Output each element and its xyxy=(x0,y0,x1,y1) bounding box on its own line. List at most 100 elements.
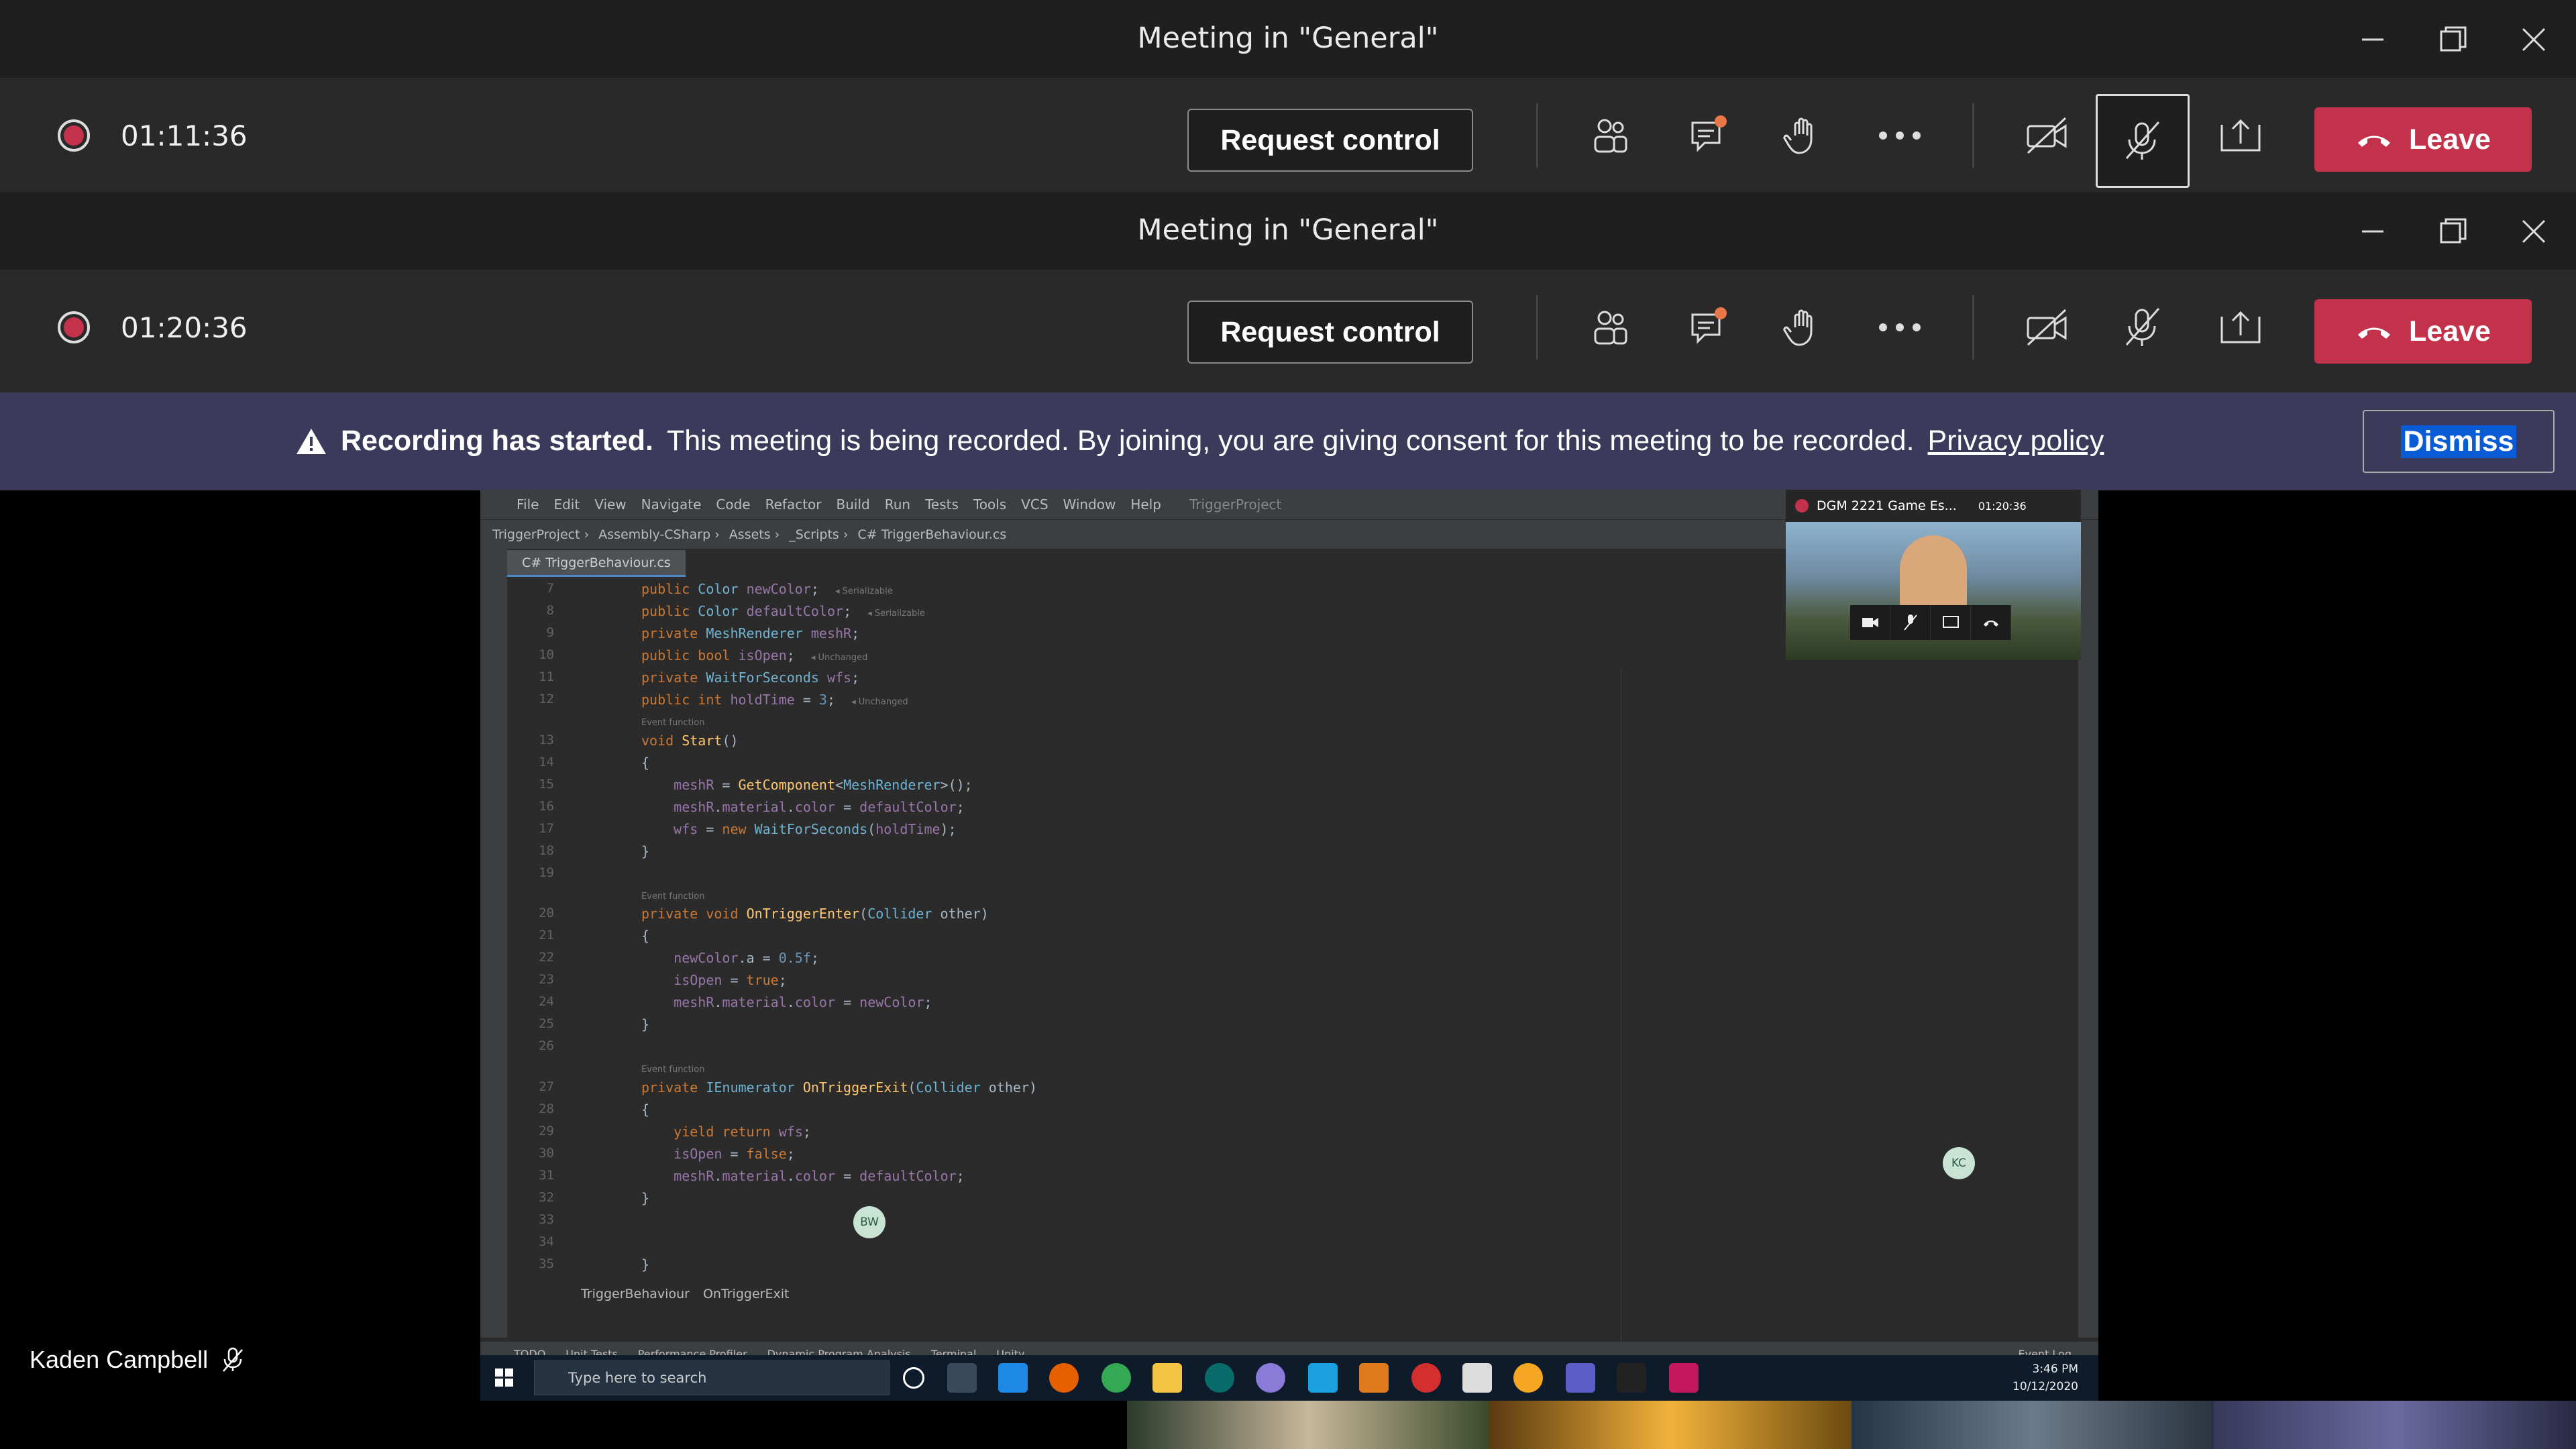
privacy-policy-link[interactable]: Privacy policy xyxy=(1928,425,2104,458)
code-editor[interactable]: 7 public Color newColor; ◂ Serializable 8 p… xyxy=(507,578,2078,1401)
minimize-button[interactable] xyxy=(2343,207,2403,256)
participants-button[interactable] xyxy=(1563,280,1657,374)
ide-menu-item[interactable]: Build xyxy=(837,496,870,513)
chat-button[interactable] xyxy=(1662,89,1756,182)
system-tray-clock[interactable]: 3:46 PM 10/12/2020 xyxy=(2012,1360,2078,1395)
code-line[interactable]: isOpen = false; xyxy=(641,1146,795,1162)
request-control-button[interactable]: Request control xyxy=(1187,109,1473,172)
mic-off-icon[interactable] xyxy=(1890,605,1931,640)
code-line[interactable]: { xyxy=(641,1102,649,1118)
ide-menu-item[interactable]: Run xyxy=(885,496,910,513)
code-line[interactable]: } xyxy=(641,843,649,859)
close-button[interactable] xyxy=(2504,207,2564,256)
nav-crumb[interactable]: Assembly-CSharp › xyxy=(598,527,720,542)
nav-crumb[interactable]: Assets › xyxy=(729,527,780,542)
request-control-button[interactable]: Request control xyxy=(1187,301,1473,364)
ide-menu-item[interactable]: Tools xyxy=(973,496,1006,513)
more-options-button[interactable] xyxy=(1853,89,1947,182)
camera-off-button[interactable] xyxy=(2000,280,2094,374)
chrome-icon[interactable] xyxy=(1102,1363,1131,1393)
app-icon[interactable] xyxy=(1513,1363,1543,1393)
leave-button[interactable]: Leave xyxy=(2314,299,2532,364)
code-line[interactable]: isOpen = true; xyxy=(641,972,787,988)
teams-mini-window[interactable]: DGM 2221 Game Es... 01:20:36 xyxy=(1786,490,2081,660)
code-line[interactable]: public Color newColor; ◂ Serializable xyxy=(641,581,893,597)
restore-button[interactable] xyxy=(2423,15,2483,64)
participant-thumbnail[interactable] xyxy=(1127,1401,1489,1449)
app-l-icon[interactable] xyxy=(998,1363,1028,1393)
code-line[interactable]: meshR = GetComponent<MeshRenderer>(); xyxy=(641,777,973,793)
code-line[interactable]: } xyxy=(641,1016,649,1032)
code-line[interactable]: meshR.material.color = defaultColor; xyxy=(641,1168,965,1184)
ide-menu-item[interactable]: Tests xyxy=(925,496,959,513)
app-m-icon[interactable] xyxy=(1308,1363,1338,1393)
nav-crumb[interactable]: C# TriggerBehaviour.cs xyxy=(857,527,1006,542)
breadcrumb-item[interactable]: OnTriggerExit xyxy=(703,1287,790,1301)
code-line[interactable]: private IEnumerator OnTriggerExit(Collid… xyxy=(641,1079,1037,1095)
share-screen-button[interactable] xyxy=(2194,280,2288,374)
mute-button[interactable] xyxy=(2096,280,2190,374)
ide-menu-item[interactable]: Window xyxy=(1063,496,1116,513)
dismiss-button[interactable]: Dismiss xyxy=(2363,410,2555,473)
code-line[interactable]: yield return wfs; xyxy=(641,1124,811,1140)
nav-crumb[interactable]: _Scripts › xyxy=(789,527,848,542)
minimize-button[interactable] xyxy=(2343,15,2403,64)
ide-menu-item[interactable]: Navigate xyxy=(641,496,702,513)
ide-menu-item[interactable]: File xyxy=(517,496,539,513)
chat-button[interactable] xyxy=(1662,280,1756,374)
share-icon[interactable] xyxy=(1931,605,1971,640)
ide-menu-item[interactable]: Help xyxy=(1130,496,1161,513)
ide-menu-item[interactable]: View xyxy=(594,496,626,513)
code-line[interactable]: } xyxy=(641,1190,649,1206)
code-line[interactable]: private void OnTriggerEnter(Collider oth… xyxy=(641,906,989,922)
restore-button[interactable] xyxy=(2423,207,2483,256)
participant-thumbnail[interactable] xyxy=(1851,1401,2214,1449)
code-line[interactable]: meshR.material.color = defaultColor; xyxy=(641,799,965,815)
leave-button[interactable]: Leave xyxy=(2314,107,2532,172)
code-line[interactable]: meshR.material.color = newColor; xyxy=(641,994,932,1010)
code-line[interactable]: newColor.a = 0.5f; xyxy=(641,950,819,966)
taskbar-search-input[interactable]: Type here to search xyxy=(534,1360,890,1395)
cortana-icon[interactable] xyxy=(903,1367,924,1389)
code-line[interactable]: public int holdTime = 3; ◂ Unchanged xyxy=(641,692,908,708)
editor-tab[interactable]: C# TriggerBehaviour.cs xyxy=(507,550,686,577)
raise-hand-button[interactable] xyxy=(1756,89,1850,182)
code-line[interactable]: } xyxy=(641,1256,649,1273)
participant-thumbnail[interactable] xyxy=(1489,1401,1851,1449)
code-line[interactable]: public bool isOpen; ◂ Unchanged xyxy=(641,647,867,663)
app-icon[interactable] xyxy=(1617,1363,1646,1393)
file-explorer-icon[interactable] xyxy=(1152,1363,1182,1393)
camera-icon[interactable] xyxy=(1850,605,1890,640)
app-icon[interactable] xyxy=(1256,1363,1285,1393)
close-button[interactable] xyxy=(2504,15,2564,64)
nav-crumb[interactable]: TriggerProject › xyxy=(492,527,589,542)
more-options-button[interactable] xyxy=(1853,280,1947,374)
app-icon[interactable] xyxy=(1205,1363,1234,1393)
share-screen-button[interactable] xyxy=(2194,89,2288,182)
code-line[interactable]: void Start() xyxy=(641,733,739,749)
ide-menu-item[interactable]: Edit xyxy=(553,496,580,513)
task-view-icon[interactable] xyxy=(947,1363,977,1393)
rider-icon[interactable] xyxy=(1669,1363,1699,1393)
camera-off-button[interactable] xyxy=(2000,89,2094,182)
code-line[interactable]: { xyxy=(641,928,649,944)
app-icon[interactable] xyxy=(1359,1363,1389,1393)
windows-start-icon[interactable] xyxy=(495,1368,514,1387)
mute-button[interactable] xyxy=(2096,94,2190,188)
ide-menu-item[interactable]: VCS xyxy=(1021,496,1048,513)
ide-menu-item[interactable]: Code xyxy=(716,496,750,513)
code-line[interactable]: private MeshRenderer meshR; xyxy=(641,625,859,641)
breadcrumb-item[interactable]: TriggerBehaviour xyxy=(581,1287,690,1301)
teams-icon[interactable] xyxy=(1566,1363,1595,1393)
raise-hand-button[interactable] xyxy=(1756,280,1850,374)
unity-icon[interactable] xyxy=(1462,1363,1492,1393)
participant-thumbnail[interactable] xyxy=(2214,1401,2576,1449)
hang-up-icon[interactable] xyxy=(1971,605,2011,640)
code-line[interactable]: wfs = new WaitForSeconds(holdTime); xyxy=(641,821,956,837)
code-line[interactable]: { xyxy=(641,755,649,771)
ide-menu-item[interactable]: Refactor xyxy=(765,496,822,513)
code-line[interactable]: public Color defaultColor; ◂ Serializabl… xyxy=(641,603,925,619)
firefox-icon[interactable] xyxy=(1049,1363,1079,1393)
code-line[interactable]: private WaitForSeconds wfs; xyxy=(641,669,859,686)
app-icon[interactable] xyxy=(1411,1363,1441,1393)
